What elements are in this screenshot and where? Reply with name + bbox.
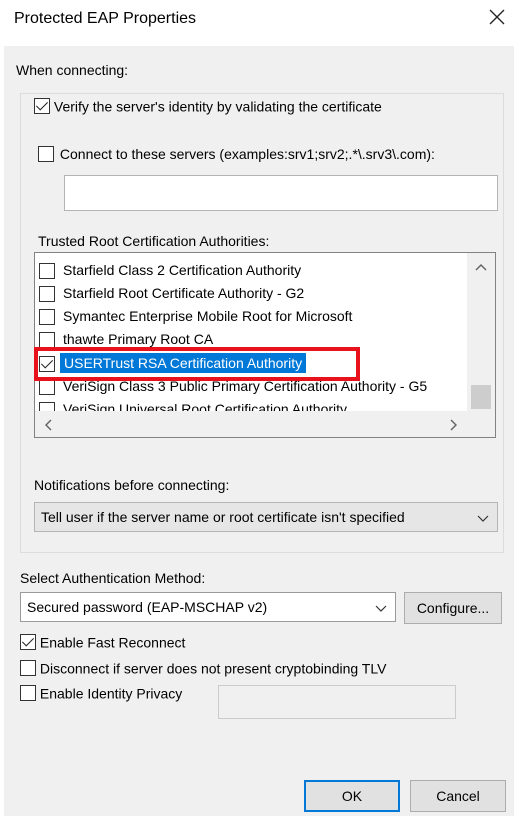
cryptobinding-checkbox[interactable] xyxy=(20,660,36,677)
auth-method-value: Secured password (EAP-MSCHAP v2) xyxy=(27,599,268,615)
list-item[interactable]: Starfield Class 2 Certification Authorit… xyxy=(35,259,465,282)
list-item-checkbox[interactable] xyxy=(39,309,55,325)
connect-servers-option[interactable]: Connect to these servers (examples:srv1;… xyxy=(38,145,435,163)
highlight-annotation xyxy=(34,347,360,381)
connect-servers-label: Connect to these servers (examples:srv1;… xyxy=(59,146,435,163)
verify-server-checkbox[interactable] xyxy=(34,98,50,115)
ok-button[interactable]: OK xyxy=(304,780,400,812)
chevron-down-icon xyxy=(477,511,489,527)
chevron-down-icon xyxy=(375,601,387,617)
notifications-label: Notifications before connecting: xyxy=(34,477,230,493)
cryptobinding-label: Disconnect if server does not present cr… xyxy=(39,660,387,677)
horizontal-scrollbar[interactable] xyxy=(35,411,495,437)
when-connecting-label: When connecting: xyxy=(16,62,129,78)
identity-privacy-checkbox[interactable] xyxy=(20,685,36,702)
list-item-checkbox[interactable] xyxy=(39,286,55,302)
verify-server-label: Verify the server's identity by validati… xyxy=(53,98,382,115)
trusted-root-list[interactable]: Starfield Class 2 Certification Authorit… xyxy=(34,252,496,438)
cryptobinding-option[interactable]: Disconnect if server does not present cr… xyxy=(20,659,387,677)
list-item-label: Starfield Class 2 Certification Authorit… xyxy=(63,262,302,278)
servers-input[interactable] xyxy=(64,175,498,211)
list-item-label: Symantec Enterprise Mobile Root for Micr… xyxy=(63,308,353,324)
auth-method-select[interactable]: Secured password (EAP-MSCHAP v2) xyxy=(20,592,396,622)
list-item[interactable]: Symantec Enterprise Mobile Root for Micr… xyxy=(35,305,465,328)
scroll-left-icon[interactable] xyxy=(43,418,53,434)
fast-reconnect-checkbox[interactable] xyxy=(20,634,36,651)
list-item-checkbox[interactable] xyxy=(39,263,55,279)
verify-server-option[interactable]: Verify the server's identity by validati… xyxy=(32,97,384,115)
trusted-root-label: Trusted Root Certification Authorities: xyxy=(38,233,270,249)
scroll-up-icon[interactable] xyxy=(475,259,487,275)
list-item-checkbox[interactable] xyxy=(39,379,55,395)
list-item-checkbox[interactable] xyxy=(39,332,55,348)
scroll-right-icon[interactable] xyxy=(449,418,459,434)
notifications-value: Tell user if the server name or root cer… xyxy=(41,509,405,525)
scrollbar-thumb[interactable] xyxy=(471,385,491,409)
notifications-select[interactable]: Tell user if the server name or root cer… xyxy=(34,502,498,532)
configure-button[interactable]: Configure... xyxy=(404,592,502,624)
cancel-button[interactable]: Cancel xyxy=(410,780,506,812)
close-button[interactable] xyxy=(486,6,508,28)
vertical-scrollbar[interactable] xyxy=(467,253,495,413)
connect-servers-checkbox[interactable] xyxy=(38,146,54,163)
close-icon xyxy=(489,9,505,25)
list-item-label: thawte Primary Root CA xyxy=(63,331,214,347)
list-item-label: Starfield Root Certificate Authority - G… xyxy=(63,285,305,301)
identity-privacy-label: Enable Identity Privacy xyxy=(39,685,183,702)
fast-reconnect-label: Enable Fast Reconnect xyxy=(39,634,186,651)
identity-privacy-option[interactable]: Enable Identity Privacy xyxy=(20,684,183,702)
list-item[interactable]: Starfield Root Certificate Authority - G… xyxy=(35,282,465,305)
fast-reconnect-option[interactable]: Enable Fast Reconnect xyxy=(20,633,186,651)
window-title: Protected EAP Properties xyxy=(14,10,197,27)
identity-privacy-input[interactable] xyxy=(218,685,456,719)
auth-method-label: Select Authentication Method: xyxy=(20,570,206,586)
